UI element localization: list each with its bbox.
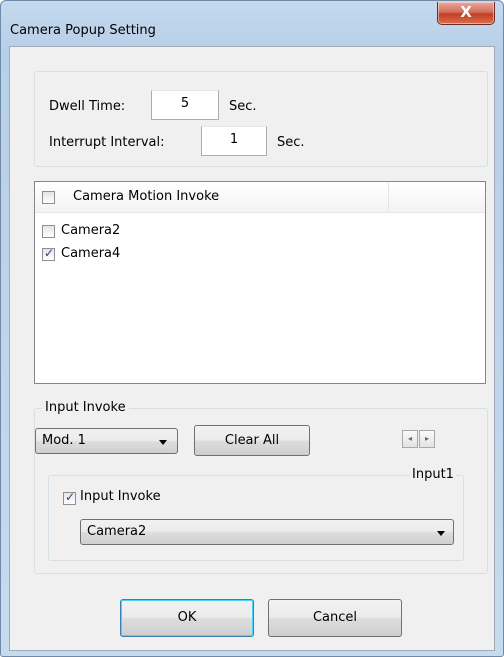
cancel-button[interactable]: Cancel (268, 599, 402, 637)
timing-group: Dwell Time: 5 Sec. Interrupt Interval: 1… (34, 71, 488, 167)
list-item-label: Camera2 (61, 223, 121, 238)
column-divider (388, 182, 389, 212)
select-all-checkbox[interactable] (42, 191, 55, 204)
input-invoke-group-label: Input Invoke (42, 400, 129, 415)
list-item[interactable]: ✓ Camera4 (35, 245, 485, 265)
arrow-left-icon: ◂ (407, 434, 412, 443)
input1-label: Input1 (410, 467, 456, 482)
check-icon: ✓ (44, 246, 55, 260)
camera-select[interactable]: Camera2 (80, 519, 454, 545)
dialog-body: Dwell Time: 5 Sec. Interrupt Interval: 1… (9, 46, 495, 651)
list-header-label: Camera Motion Invoke (73, 189, 220, 204)
interrupt-interval-unit: Sec. (277, 135, 305, 150)
camera-motion-list[interactable]: Camera Motion Invoke Camera2 ✓ Camera4 (34, 181, 486, 384)
list-header: Camera Motion Invoke (35, 182, 485, 213)
camera4-checkbox[interactable]: ✓ (42, 246, 55, 261)
list-item[interactable]: Camera2 (35, 222, 485, 242)
interrupt-interval-input[interactable]: 1 (201, 126, 267, 156)
chevron-down-icon (437, 531, 445, 536)
check-icon: ✓ (65, 490, 76, 504)
module-select-value: Mod. 1 (42, 433, 86, 448)
dialog-window: Camera Popup Setting X Dwell Time: 5 Sec… (0, 0, 504, 657)
window-title: Camera Popup Setting (10, 23, 156, 38)
ok-button[interactable]: OK (120, 599, 254, 637)
chevron-down-icon (159, 440, 167, 445)
close-icon: X (460, 3, 472, 21)
module-select[interactable]: Mod. 1 (35, 428, 178, 454)
dwell-time-unit: Sec. (229, 99, 257, 114)
close-button[interactable]: X (437, 2, 495, 25)
camera-select-value: Camera2 (87, 524, 147, 539)
scroll-left-button[interactable]: ◂ (402, 430, 418, 448)
input-invoke-checkbox[interactable]: ✓ (63, 490, 76, 505)
clear-all-button[interactable]: Clear All (194, 425, 310, 456)
input1-group (48, 475, 464, 561)
camera2-checkbox[interactable] (42, 225, 55, 238)
dwell-time-label: Dwell Time: (49, 99, 126, 114)
scroll-right-button[interactable]: ▸ (419, 430, 435, 448)
dwell-time-input[interactable]: 5 (151, 90, 219, 120)
list-item-label: Camera4 (61, 246, 121, 261)
input-invoke-checkbox-label: Input Invoke (80, 489, 161, 504)
title-bar[interactable]: Camera Popup Setting X (1, 1, 503, 38)
arrow-right-icon: ▸ (424, 434, 429, 443)
interrupt-interval-label: Interrupt Interval: (49, 135, 165, 150)
